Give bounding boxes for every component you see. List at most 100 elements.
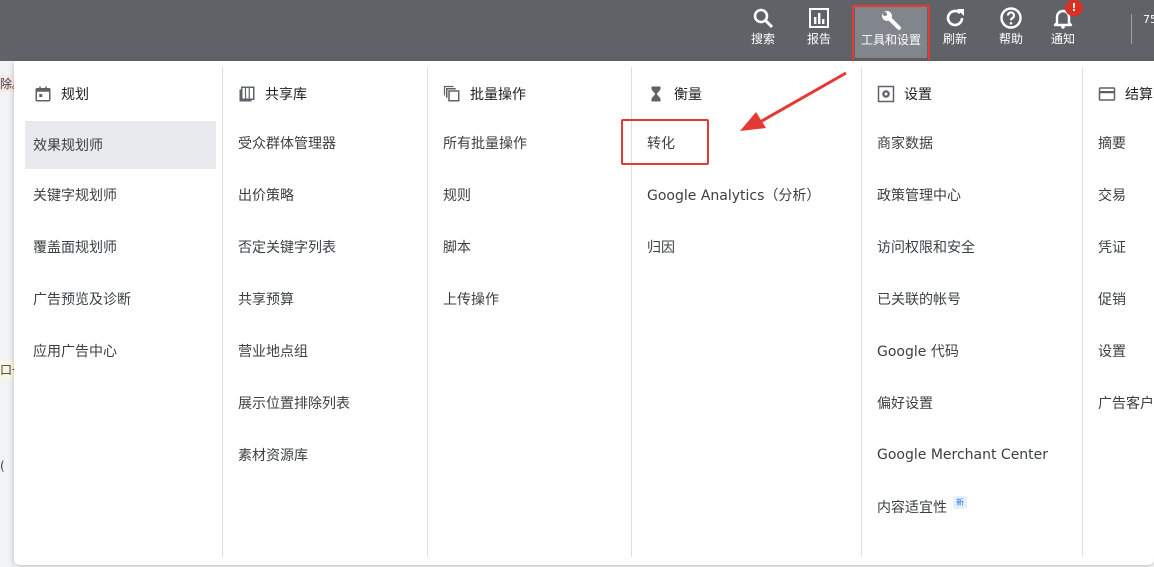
menu-item-google-merchant-center[interactable]: Google Merchant Center: [877, 431, 1048, 479]
menu-item-label: 已关联的帐号: [877, 292, 961, 308]
column-divider: [1082, 67, 1083, 557]
menu-item-transactions[interactable]: 交易: [1098, 171, 1126, 219]
column-shared-library: 共享库 受众群体管理器 出价策略 否定关键字列表 共享预算 营业地点组 展示位置…: [238, 61, 428, 557]
search-button[interactable]: 搜索: [739, 4, 787, 56]
background-text: (: [0, 459, 5, 473]
column-billing: 结算 摘要 交易 凭证 促销 设置 广告客户: [1098, 61, 1154, 557]
hourglass-icon: [651, 86, 661, 102]
heading-shared-library: 共享库: [238, 81, 307, 107]
new-badge: 新: [953, 495, 967, 509]
menu-item-label: 效果规划师: [33, 138, 103, 154]
menu-item-uploads[interactable]: 上传操作: [443, 275, 499, 323]
tools-and-settings-button[interactable]: 工具和设置: [855, 6, 927, 58]
menu-item-billing-summary[interactable]: 摘要: [1098, 119, 1126, 167]
column-planning: 规划 效果规划师 关键字规划师 覆盖面规划师 广告预览及诊断 应用广告中心: [25, 61, 217, 557]
heading-bulk-actions: 批量操作: [443, 81, 526, 107]
menu-item-label: 所有批量操作: [443, 136, 527, 152]
menu-item-rules[interactable]: 规则: [443, 171, 471, 219]
menu-item-label: 出价策略: [238, 188, 294, 204]
menu-item-label: 交易: [1098, 188, 1126, 204]
column-setup: 设置 商家数据 政策管理中心 访问权限和安全 已关联的帐号 Google 代码 …: [877, 61, 1082, 557]
copy-stack-icon: [443, 85, 460, 102]
heading-planning-label: 规划: [61, 87, 89, 103]
heading-setup: 设置: [877, 81, 932, 107]
menu-item-label: 广告客户: [1098, 396, 1154, 412]
heading-billing-label: 结算: [1125, 87, 1153, 103]
reports-button[interactable]: 报告: [795, 4, 843, 56]
menu-item-label: 广告预览及诊断: [33, 292, 131, 308]
help-button[interactable]: 帮助: [987, 4, 1035, 56]
bar-chart-icon: [809, 8, 829, 28]
menu-item-content-suitability[interactable]: 内容适宜性 新: [877, 483, 967, 531]
refresh-button[interactable]: 刷新: [931, 4, 979, 56]
heading-bulk-actions-label: 批量操作: [470, 87, 526, 103]
menu-item-documents[interactable]: 凭证: [1098, 223, 1126, 271]
menu-item-shared-budgets[interactable]: 共享预算: [238, 275, 294, 323]
menu-item-keyword-planner[interactable]: 关键字规划师: [33, 171, 117, 219]
menu-item-negative-keyword-lists[interactable]: 否定关键字列表: [238, 223, 336, 271]
menu-item-scripts[interactable]: 脚本: [443, 223, 471, 271]
menu-item-placement-exclusion-lists[interactable]: 展示位置排除列表: [238, 379, 350, 427]
menu-item-app-ads-hub[interactable]: 应用广告中心: [33, 327, 117, 375]
heading-planning: 规划: [34, 81, 89, 107]
menu-item-label: 规则: [443, 188, 471, 204]
menu-item-audience-manager[interactable]: 受众群体管理器: [238, 119, 336, 167]
heading-setup-label: 设置: [904, 87, 932, 103]
menu-item-linked-accounts[interactable]: 已关联的帐号: [877, 275, 961, 323]
menu-item-label: 归因: [647, 240, 675, 256]
menu-item-label: 受众群体管理器: [238, 136, 336, 152]
column-bulk-actions: 批量操作 所有批量操作 规则 脚本 上传操作: [443, 61, 633, 557]
menu-item-label: 关键字规划师: [33, 188, 117, 204]
menu-item-reach-planner[interactable]: 覆盖面规划师: [33, 223, 117, 271]
menu-item-label: 偏好设置: [877, 396, 933, 412]
library-grid-icon: [239, 86, 255, 102]
menu-item-business-data[interactable]: 商家数据: [877, 119, 933, 167]
account-id-fragment: 75: [1143, 13, 1154, 26]
refresh-icon: [946, 9, 964, 27]
menu-item-performance-planner[interactable]: 效果规划师: [25, 121, 216, 169]
menu-item-label: 访问权限和安全: [877, 240, 975, 256]
credit-card-icon: [1098, 87, 1116, 101]
menu-item-label: Google 代码: [877, 344, 959, 360]
menu-item-label: 否定关键字列表: [238, 240, 336, 256]
menu-item-label: Google Merchant Center: [877, 447, 1049, 463]
menu-item-preferences[interactable]: 偏好设置: [877, 379, 933, 427]
heading-shared-library-label: 共享库: [265, 87, 307, 103]
menu-item-all-bulk-actions[interactable]: 所有批量操作: [443, 119, 527, 167]
help-icon: [1000, 7, 1022, 29]
menu-item-conversions[interactable]: 转化: [647, 119, 675, 167]
menu-item-label: 应用广告中心: [33, 344, 117, 360]
heading-measurement: 衡量: [647, 81, 702, 107]
menu-item-label: 摘要: [1098, 136, 1126, 152]
wrench-icon: [882, 11, 901, 30]
menu-item-label: 上传操作: [443, 292, 499, 308]
search-label: 搜索: [750, 32, 775, 46]
menu-item-billing-settings[interactable]: 设置: [1098, 327, 1126, 375]
heading-billing: 结算: [1098, 81, 1153, 107]
menu-item-location-groups[interactable]: 营业地点组: [238, 327, 308, 375]
menu-item-google-tag[interactable]: Google 代码: [877, 327, 959, 375]
menu-item-label: 设置: [1098, 344, 1126, 360]
menu-item-advertiser[interactable]: 广告客户: [1098, 379, 1154, 427]
menu-item-label: 展示位置排除列表: [238, 396, 350, 412]
menu-item-label: 政策管理中心: [877, 188, 961, 204]
menu-item-label: 覆盖面规划师: [33, 240, 117, 256]
menu-item-access-and-security[interactable]: 访问权限和安全: [877, 223, 975, 271]
menu-item-promotions[interactable]: 促销: [1098, 275, 1126, 323]
tools-and-settings-label: 工具和设置: [860, 33, 921, 47]
background-text: 口一: [0, 361, 14, 378]
menu-item-label: 素材资源库: [238, 448, 308, 464]
settings-gear-icon: [877, 85, 895, 103]
notification-alert-badge: !: [1065, 0, 1083, 16]
menu-item-google-analytics[interactable]: Google Analytics（分析）: [647, 171, 820, 219]
top-toolbar: 搜索 报告 工具和设置 刷新 帮助 通知 ! 75: [0, 0, 1154, 61]
help-label: 帮助: [998, 32, 1023, 46]
column-measurement: 衡量 转化 Google Analytics（分析） 归因: [647, 61, 857, 557]
menu-item-ad-preview-diagnosis[interactable]: 广告预览及诊断: [33, 275, 131, 323]
menu-item-bid-strategies[interactable]: 出价策略: [238, 171, 294, 219]
menu-item-policy-manager[interactable]: 政策管理中心: [877, 171, 961, 219]
column-divider: [427, 67, 428, 557]
search-icon: [753, 8, 774, 29]
menu-item-attribution[interactable]: 归因: [647, 223, 675, 271]
menu-item-asset-library[interactable]: 素材资源库: [238, 431, 308, 479]
